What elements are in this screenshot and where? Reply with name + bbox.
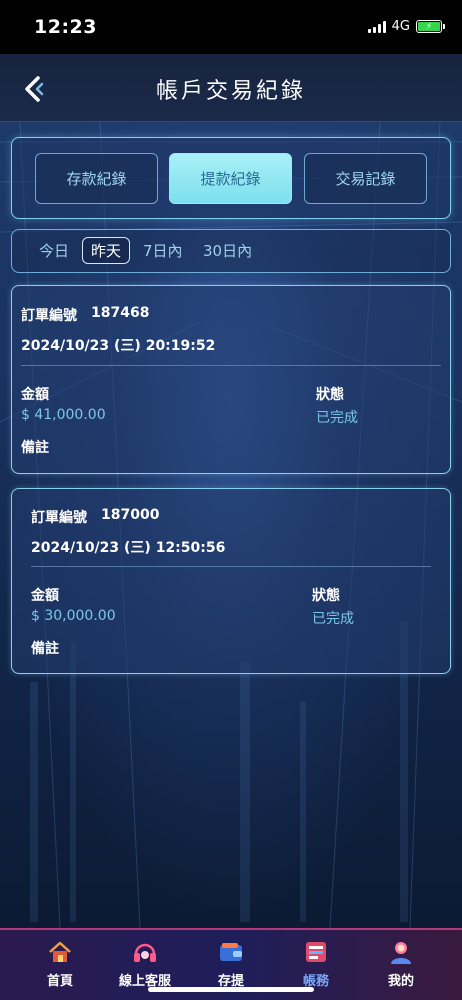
home-indicator[interactable] <box>148 987 314 992</box>
order-datetime: 2024/10/23 (三) 12:50:56 <box>31 540 226 556</box>
status-label: 狀態 <box>316 387 344 403</box>
order-number: 187468 <box>91 305 150 321</box>
amount-label: 金額 <box>31 588 59 604</box>
battery-icon: ⚡ <box>416 20 445 33</box>
ledger-icon <box>306 942 326 962</box>
status-time: 12:23 <box>34 16 97 38</box>
headset-icon <box>134 943 156 962</box>
note-label: 備註 <box>31 641 59 657</box>
record-card[interactable]: 訂單編號 187000 2024/10/23 (三) 12:50:56 金額 $… <box>11 488 451 674</box>
nav-customer-service[interactable]: 線上客服 <box>105 938 185 989</box>
nav-deposit-withdraw[interactable]: 存提 <box>191 938 271 989</box>
date-filter-bar: 今日 昨天 7日內 30日內 <box>11 229 451 273</box>
status-indicators: 4G ⚡ <box>367 19 445 34</box>
order-number: 187000 <box>101 507 160 523</box>
nav-profile[interactable]: 我的 <box>361 938 441 989</box>
filter-30-days[interactable]: 30日內 <box>203 240 252 261</box>
nav-profile-label: 我的 <box>387 974 414 989</box>
amount-value: $ 41,000.00 <box>21 407 106 423</box>
nav-accounts[interactable]: 帳務 <box>276 938 356 989</box>
order-label: 訂單編號 <box>31 510 87 526</box>
user-icon <box>391 942 411 964</box>
nav-home[interactable]: 首頁 <box>20 938 100 989</box>
amount-label: 金額 <box>21 387 49 403</box>
nav-home-label: 首頁 <box>46 974 73 989</box>
home-icon <box>49 941 71 962</box>
tab-withdrawal-records[interactable]: 提款紀錄 <box>169 153 292 204</box>
signal-icon <box>367 20 386 33</box>
tab-transaction-records[interactable]: 交易記錄 <box>304 153 427 204</box>
order-datetime: 2024/10/23 (三) 20:19:52 <box>21 338 216 354</box>
status-value: 已完成 <box>312 611 354 627</box>
filter-7-days[interactable]: 7日內 <box>143 240 183 261</box>
network-type: 4G <box>391 19 410 34</box>
filter-yesterday[interactable]: 昨天 <box>82 237 131 264</box>
page-title: 帳戶交易紀錄 <box>155 79 306 104</box>
record-type-tabs: 存款紀錄 提款紀錄 交易記錄 <box>11 137 451 219</box>
tab-deposit-records[interactable]: 存款紀錄 <box>35 153 158 204</box>
status-value: 已完成 <box>316 410 358 426</box>
status-bar: 12:23 4G ⚡ <box>0 0 462 54</box>
record-card[interactable]: 訂單編號 187468 2024/10/23 (三) 20:19:52 金額 $… <box>11 285 451 474</box>
status-label: 狀態 <box>312 588 340 604</box>
order-label: 訂單編號 <box>21 308 77 324</box>
amount-value: $ 30,000.00 <box>31 608 116 624</box>
page-header: 帳戶交易紀錄 <box>0 54 462 122</box>
divider <box>31 566 431 567</box>
filter-today[interactable]: 今日 <box>39 240 69 261</box>
wallet-icon <box>220 943 242 961</box>
note-label: 備註 <box>21 440 49 456</box>
divider <box>21 365 441 366</box>
